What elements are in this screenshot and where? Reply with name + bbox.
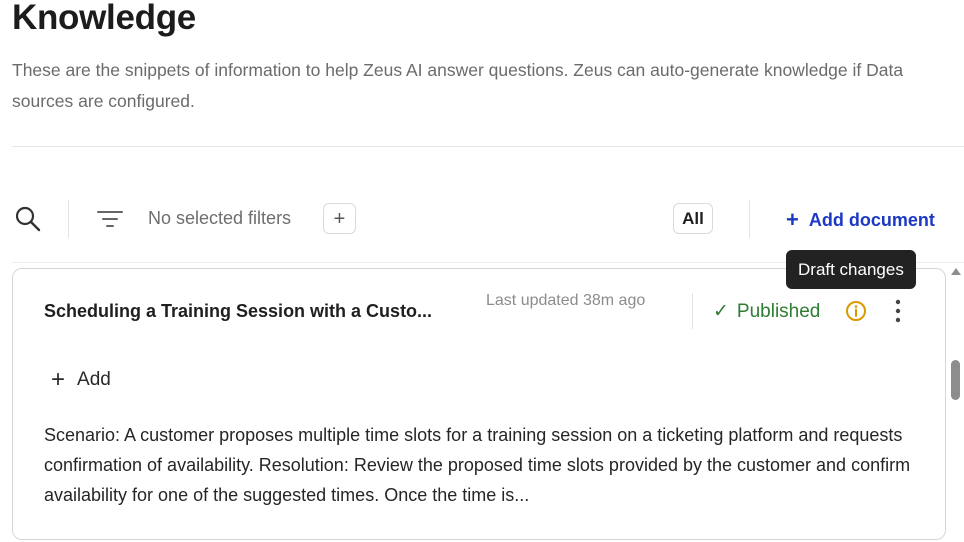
search-icon[interactable] xyxy=(14,205,42,233)
page-title: Knowledge xyxy=(12,0,196,37)
plus-icon: + xyxy=(786,207,799,232)
scrollbar[interactable] xyxy=(948,262,964,542)
scroll-up-arrow-icon[interactable] xyxy=(951,268,961,275)
toolbar: No selected filters + All + Add document xyxy=(0,196,964,242)
document-excerpt: Scenario: A customer proposes multiple t… xyxy=(44,425,911,505)
filter-lines-icon[interactable] xyxy=(97,208,123,230)
last-updated-text: Last updated 38m ago xyxy=(486,292,646,309)
card-separator xyxy=(692,293,693,329)
add-document-label: Add document xyxy=(808,210,935,230)
scrollbar-thumb[interactable] xyxy=(951,360,960,400)
header-divider xyxy=(12,146,964,147)
add-tag-button[interactable]: + Add xyxy=(51,364,111,393)
view-all-toggle[interactable]: All xyxy=(673,203,713,234)
toolbar-separator xyxy=(749,200,750,238)
toolbar-separator xyxy=(68,200,69,238)
draft-changes-tooltip: Draft changes xyxy=(786,250,916,289)
filter-status-text: No selected filters xyxy=(148,208,292,228)
more-options-icon[interactable] xyxy=(891,298,905,324)
plus-icon: + xyxy=(51,366,66,393)
info-icon[interactable] xyxy=(845,300,867,322)
add-document-button[interactable]: + Add document xyxy=(786,206,935,232)
page-description: These are the snippets of information to… xyxy=(12,60,904,111)
document-title[interactable]: Scheduling a Training Session with a Cus… xyxy=(44,301,432,322)
checkmark-icon: ✓ xyxy=(713,301,729,322)
document-card[interactable]: Scheduling a Training Session with a Cus… xyxy=(12,268,946,540)
add-tag-label: Add xyxy=(77,369,111,390)
add-filter-button[interactable]: + xyxy=(323,203,356,234)
status-badge: ✓ Published xyxy=(713,300,820,323)
status-label: Published xyxy=(736,301,821,322)
